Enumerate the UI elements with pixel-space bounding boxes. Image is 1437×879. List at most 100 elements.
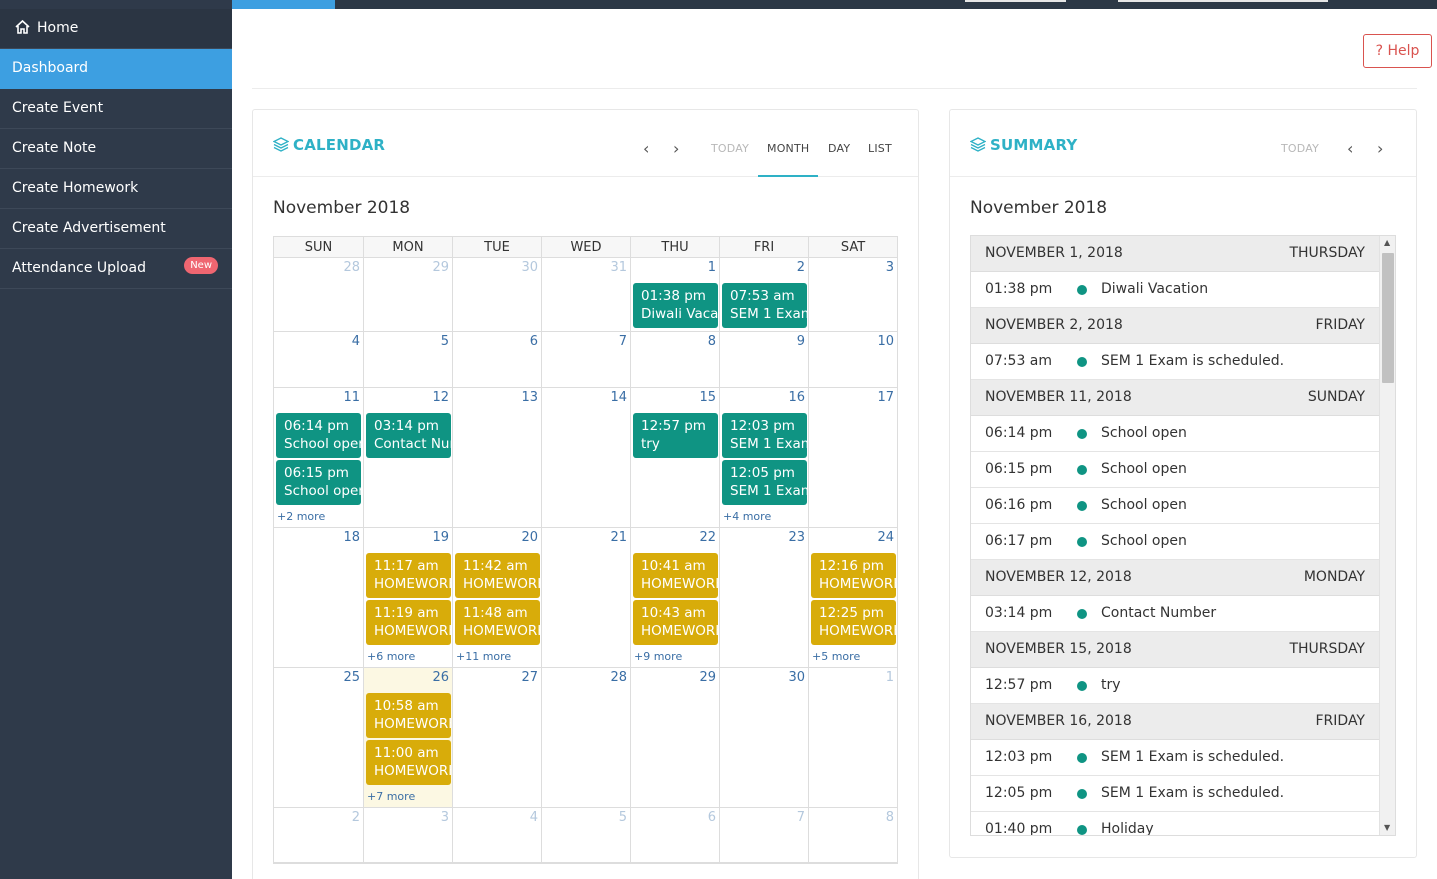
calendar-event[interactable]: 06:15 pm School open <box>276 460 361 505</box>
summary-prev-button[interactable]: ‹ <box>1347 140 1353 158</box>
day-cell[interactable]: 17 <box>809 388 898 528</box>
day-cell[interactable]: 20 <box>453 528 542 668</box>
day-cell[interactable]: 19 <box>364 528 453 668</box>
calendar-event[interactable]: 11:19 am HOMEWORK <box>366 600 451 645</box>
top-navbar-box[interactable] <box>965 0 1066 2</box>
day-cell[interactable]: 6 <box>453 332 542 388</box>
summary-event-row[interactable]: 12:03 pm SEM 1 Exam is scheduled. <box>971 740 1379 776</box>
day-number[interactable]: 18 <box>343 530 360 545</box>
calendar-event[interactable]: 12:16 pm HOMEWORK <box>811 553 896 598</box>
top-navbar-active-tab[interactable] <box>232 0 335 9</box>
day-number[interactable]: 28 <box>343 260 360 275</box>
day-number[interactable]: 4 <box>530 810 538 825</box>
day-cell[interactable]: 21 <box>542 528 631 668</box>
day-cell[interactable]: 29 <box>631 668 720 808</box>
day-cell[interactable]: 10 <box>809 332 898 388</box>
summary-scrollbar[interactable]: ▲ ▼ <box>1379 236 1395 835</box>
day-cell[interactable]: 15 <box>631 388 720 528</box>
day-cell[interactable]: 1 <box>809 668 898 808</box>
day-number[interactable]: 1 <box>886 670 894 685</box>
day-cell[interactable]: 12 <box>364 388 453 528</box>
day-number[interactable]: 30 <box>788 670 805 685</box>
day-cell[interactable]: 3 <box>809 258 898 332</box>
day-number[interactable]: 6 <box>530 334 538 349</box>
top-navbar-box[interactable] <box>1118 0 1328 2</box>
day-cell[interactable]: 26 <box>364 668 453 808</box>
day-number[interactable]: 23 <box>788 530 805 545</box>
day-cell[interactable]: 7 <box>720 808 809 863</box>
day-number[interactable]: 8 <box>886 810 894 825</box>
day-number[interactable]: 16 <box>788 390 805 405</box>
tab-day[interactable]: DAY <box>828 142 850 155</box>
more-events-link[interactable]: +9 more <box>634 650 682 663</box>
sidebar-item-create-note[interactable]: Create Note <box>0 129 232 169</box>
sidebar-item-attendance-upload[interactable]: Attendance Upload New <box>0 249 232 289</box>
summary-event-row[interactable]: 07:53 am SEM 1 Exam is scheduled. <box>971 344 1379 380</box>
day-number[interactable]: 30 <box>521 260 538 275</box>
scroll-down-arrow-icon[interactable]: ▼ <box>1384 823 1390 832</box>
day-cell[interactable]: 29 <box>364 258 453 332</box>
day-cell[interactable]: 9 <box>720 332 809 388</box>
summary-today-button[interactable]: TODAY <box>1281 142 1319 155</box>
day-cell[interactable]: 28 <box>542 668 631 808</box>
sidebar-item-create-homework[interactable]: Create Homework <box>0 169 232 209</box>
day-cell[interactable]: 16 <box>720 388 809 528</box>
day-number[interactable]: 7 <box>619 334 627 349</box>
calendar-event[interactable]: 01:38 pm Diwali Vacation <box>633 283 718 328</box>
day-number[interactable]: 22 <box>699 530 716 545</box>
day-number[interactable]: 4 <box>352 334 360 349</box>
more-events-link[interactable]: +7 more <box>367 790 415 803</box>
summary-event-row[interactable]: 12:57 pm try <box>971 668 1379 704</box>
help-button[interactable]: ? Help <box>1363 34 1432 68</box>
day-number[interactable]: 26 <box>432 670 449 685</box>
day-cell[interactable]: 24 <box>809 528 898 668</box>
sidebar-item-create-event[interactable]: Create Event <box>0 89 232 129</box>
calendar-event[interactable]: 11:17 am HOMEWORK <box>366 553 451 598</box>
summary-event-row[interactable]: 12:05 pm SEM 1 Exam is scheduled. <box>971 776 1379 812</box>
more-events-link[interactable]: +6 more <box>367 650 415 663</box>
day-number[interactable]: 3 <box>886 260 894 275</box>
summary-next-button[interactable]: › <box>1377 140 1383 158</box>
day-cell[interactable]: 23 <box>720 528 809 668</box>
scroll-up-arrow-icon[interactable]: ▲ <box>1384 238 1390 247</box>
day-cell[interactable]: 18 <box>274 528 364 668</box>
summary-event-row[interactable]: 06:16 pm School open <box>971 488 1379 524</box>
summary-event-row[interactable]: 06:15 pm School open <box>971 452 1379 488</box>
day-cell[interactable]: 30 <box>453 258 542 332</box>
more-events-link[interactable]: +5 more <box>812 650 860 663</box>
day-cell[interactable]: 13 <box>453 388 542 528</box>
day-cell[interactable]: 2 <box>274 808 364 863</box>
day-cell[interactable]: 11 <box>274 388 364 528</box>
day-cell[interactable]: 5 <box>364 332 453 388</box>
day-cell[interactable]: 5 <box>542 808 631 863</box>
day-number[interactable]: 2 <box>797 260 805 275</box>
calendar-event[interactable]: 11:48 am HOMEWORK <box>455 600 540 645</box>
day-cell[interactable]: 6 <box>631 808 720 863</box>
sidebar-item-dashboard[interactable]: Dashboard <box>0 49 232 89</box>
day-number[interactable]: 12 <box>432 390 449 405</box>
day-number[interactable]: 27 <box>521 670 538 685</box>
day-number[interactable]: 10 <box>877 334 894 349</box>
day-number[interactable]: 6 <box>708 810 716 825</box>
day-number[interactable]: 2 <box>352 810 360 825</box>
calendar-event[interactable]: 03:14 pm Contact Number <box>366 413 451 458</box>
day-number[interactable]: 3 <box>441 810 449 825</box>
day-number[interactable]: 13 <box>521 390 538 405</box>
day-cell[interactable]: 8 <box>631 332 720 388</box>
calendar-event[interactable]: 11:42 am HOMEWORK <box>455 553 540 598</box>
day-cell[interactable]: 25 <box>274 668 364 808</box>
calendar-event[interactable]: 12:25 pm HOMEWORK <box>811 600 896 645</box>
day-number[interactable]: 7 <box>797 810 805 825</box>
calendar-event[interactable]: 12:57 pm try <box>633 413 718 458</box>
day-number[interactable]: 5 <box>619 810 627 825</box>
day-number[interactable]: 29 <box>432 260 449 275</box>
day-cell[interactable]: 22 <box>631 528 720 668</box>
tab-month[interactable]: MONTH <box>767 142 809 155</box>
summary-event-row[interactable]: 06:17 pm School open <box>971 524 1379 560</box>
day-cell[interactable]: 4 <box>274 332 364 388</box>
day-cell[interactable]: 8 <box>809 808 898 863</box>
day-number[interactable]: 31 <box>610 260 627 275</box>
calendar-next-button[interactable]: › <box>673 140 679 158</box>
day-number[interactable]: 8 <box>708 334 716 349</box>
calendar-event[interactable]: 10:43 am HOMEWORK <box>633 600 718 645</box>
